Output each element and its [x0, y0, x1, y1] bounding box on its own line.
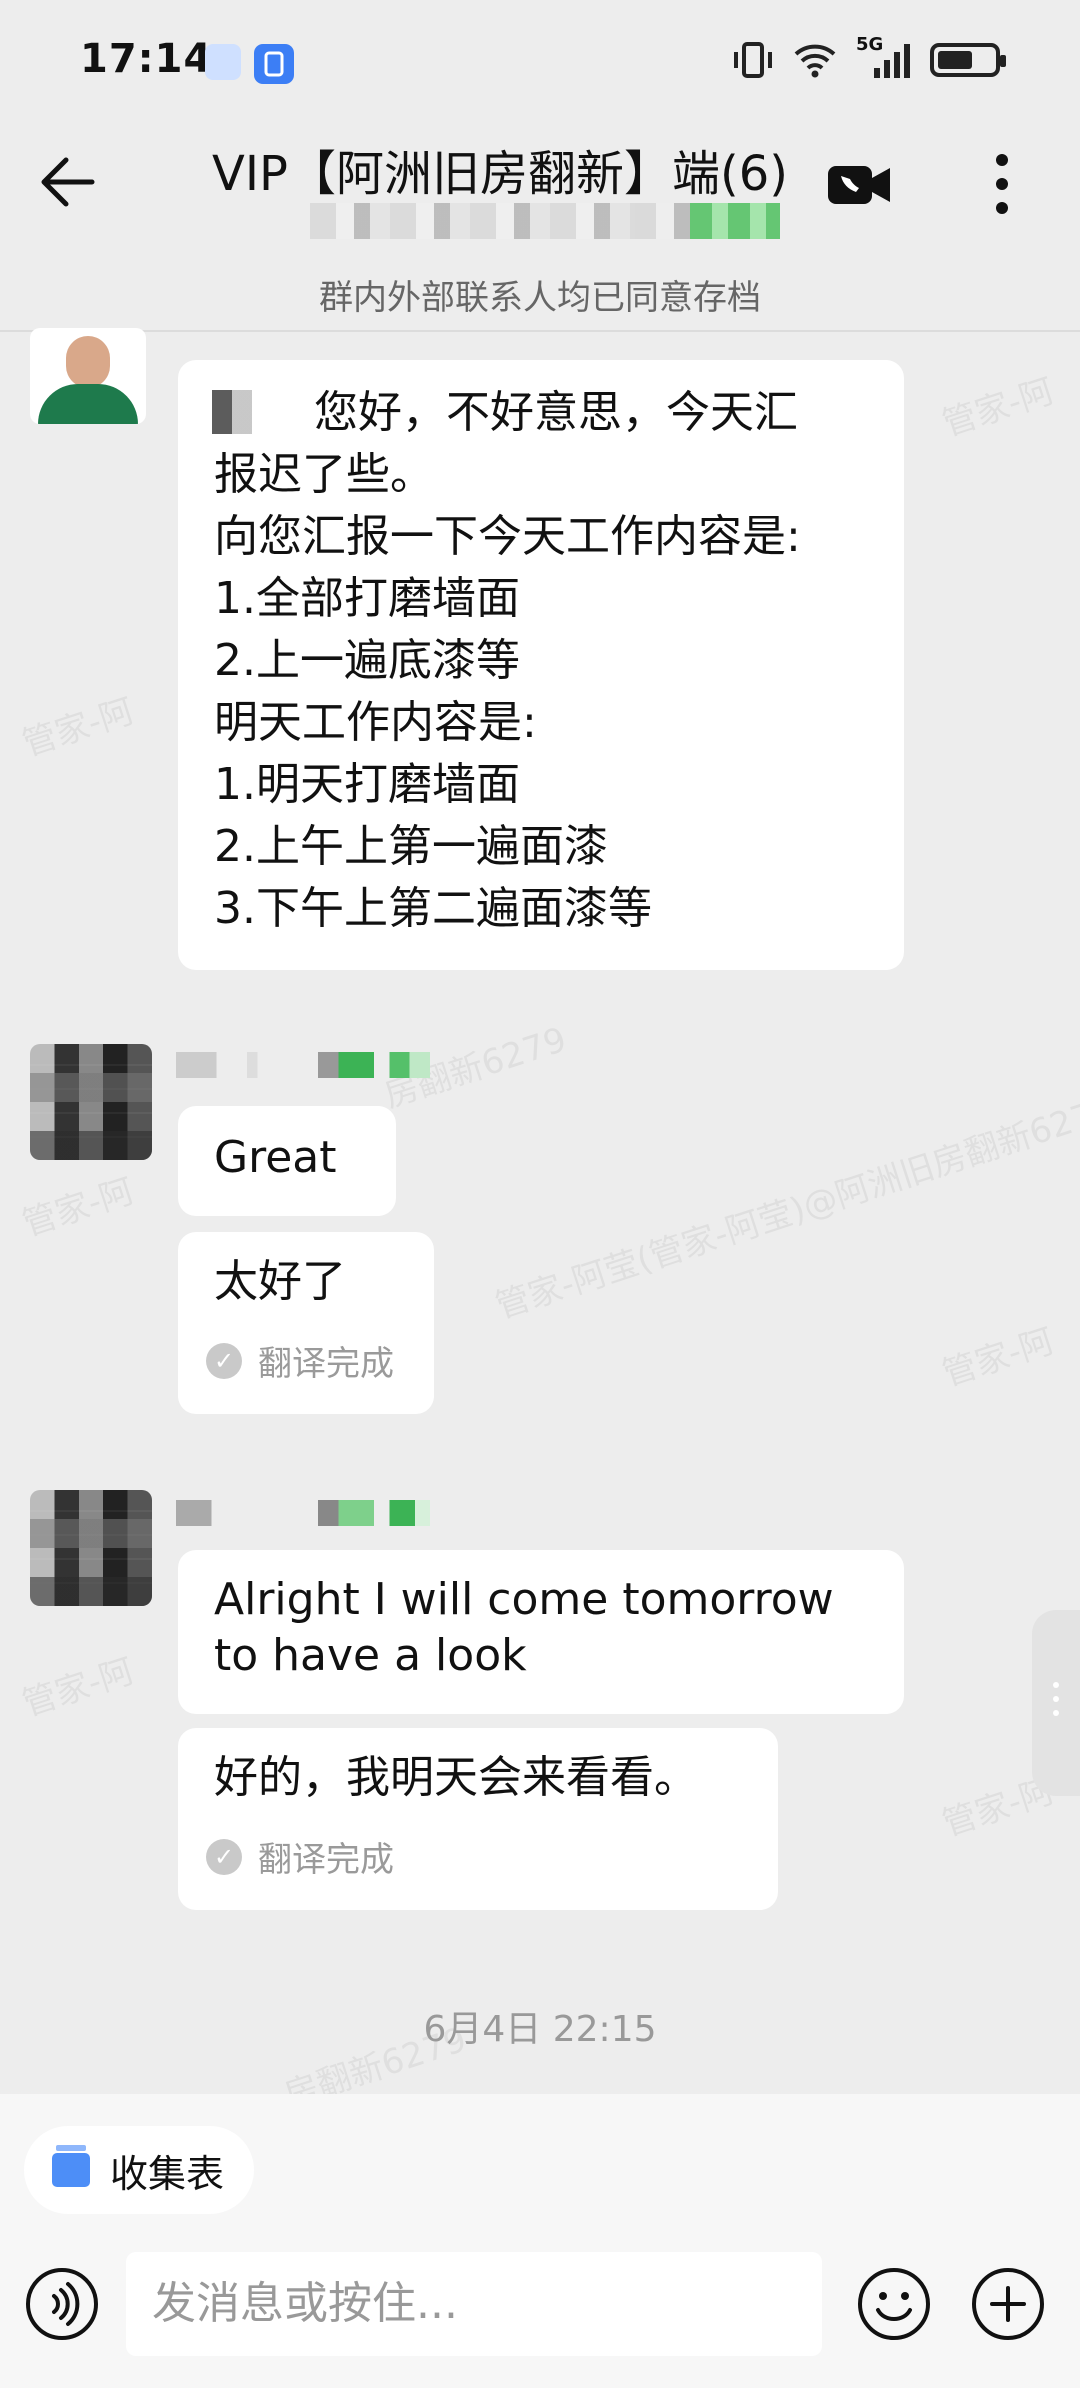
side-drawer-handle[interactable] — [1032, 1610, 1080, 1796]
translation-status-label: 翻译完成 — [258, 1344, 394, 1384]
avatar[interactable] — [30, 328, 146, 424]
check-icon: ✓ — [206, 1342, 242, 1379]
video-camera-icon — [828, 166, 890, 204]
plus-icon — [972, 2268, 1044, 2340]
watermark-text: 管家-阿 — [937, 371, 1059, 445]
watermark-text: 管家-阿莹(管家-阿莹)@阿洲旧房翻新6279 — [490, 1088, 1080, 1327]
member-names-blurred — [310, 203, 780, 239]
battery-icon — [930, 43, 1006, 77]
archive-notice: 群内外部联系人均已同意存档 — [319, 278, 761, 318]
status-icons: 5G — [732, 34, 1006, 80]
wifi-icon — [794, 44, 836, 78]
message-timestamp: 6月4日 22:15 — [423, 2009, 657, 2050]
avatar[interactable] — [30, 1044, 152, 1160]
watermark-text: 管家-阿 — [17, 1651, 139, 1725]
header-divider — [0, 330, 1080, 332]
status-time: 17:14 — [80, 36, 213, 82]
qq-notification-icon — [205, 44, 241, 80]
more-options-button[interactable] — [980, 150, 1024, 218]
vibrate-icon — [734, 42, 772, 78]
folder-icon — [52, 2145, 90, 2187]
voice-input-button[interactable] — [24, 2266, 100, 2342]
collection-form-button[interactable]: 收集表 — [24, 2126, 255, 2214]
back-button[interactable] — [36, 150, 100, 214]
emoji-button[interactable] — [856, 2266, 932, 2342]
app-notification-icon — [254, 44, 294, 84]
message-input[interactable]: 发消息或按住... — [126, 2252, 822, 2356]
collection-form-label: 收集表 — [110, 2151, 225, 2196]
arrow-left-icon — [41, 157, 95, 207]
translated-bubble[interactable]: 太好了 ✓ 翻译完成 — [178, 1232, 434, 1414]
translation-status: ✓ 翻译完成 — [206, 1336, 398, 1385]
sender-name-blurred — [176, 1052, 430, 1078]
translation-status: ✓ 翻译完成 — [206, 1832, 742, 1881]
message-text: 太好了 — [214, 1256, 346, 1307]
sender-name-blurred — [176, 1500, 430, 1526]
watermark-text: 管家-阿 — [937, 1321, 1059, 1395]
message-text: Alright I will come tomorrow to have a l… — [214, 1574, 834, 1681]
avatar[interactable] — [30, 1490, 152, 1606]
check-icon: ✓ — [206, 1838, 242, 1875]
voice-icon — [26, 2268, 98, 2340]
more-vertical-icon — [996, 154, 1008, 214]
message-text: 好的，我明天会来看看。 — [214, 1752, 698, 1803]
message-text: Great — [214, 1132, 337, 1183]
message-bubble[interactable]: Alright I will come tomorrow to have a l… — [178, 1550, 904, 1714]
message-bubble[interactable]: 您好，不好意思，今天汇 报迟了些。 向您汇报一下今天工作内容是: 1.全部打磨墙… — [178, 360, 904, 970]
more-actions-button[interactable] — [970, 2266, 1046, 2342]
mention-blurred — [212, 390, 252, 434]
group-title: VIP【阿洲旧房翻新】端(6) — [212, 146, 788, 202]
message-bubble[interactable]: Great — [178, 1106, 396, 1216]
watermark-text: 管家-阿 — [17, 691, 139, 765]
network-signal-icon: 5G — [856, 34, 912, 80]
video-call-button[interactable] — [826, 162, 892, 208]
watermark-text: 管家-阿 — [17, 1171, 139, 1245]
message-text: 您好，不好意思，今天汇 报迟了些。 向您汇报一下今天工作内容是: 1.全部打磨墙… — [214, 387, 801, 934]
smiley-icon — [858, 2268, 930, 2340]
translation-status-label: 翻译完成 — [258, 1840, 394, 1880]
status-bar: 17:14 5G — [0, 0, 1080, 120]
translated-bubble[interactable]: 好的，我明天会来看看。 ✓ 翻译完成 — [178, 1728, 778, 1910]
